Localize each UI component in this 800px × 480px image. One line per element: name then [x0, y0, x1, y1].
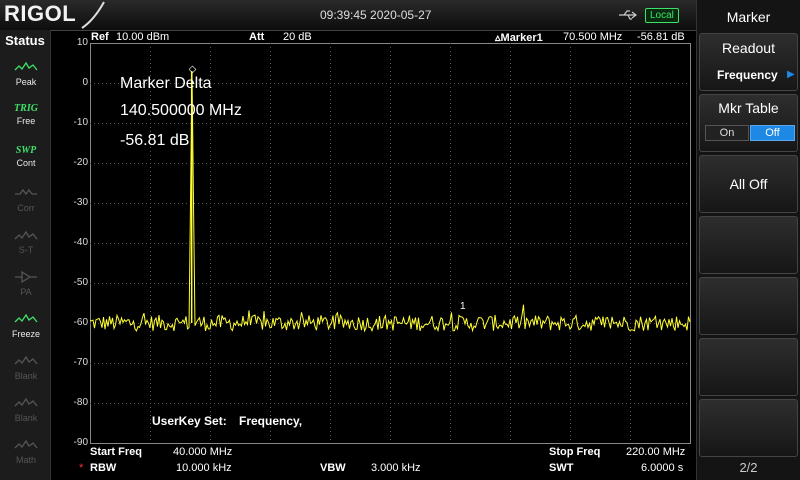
datetime: 09:39:45 2020-05-27 — [320, 8, 432, 22]
marker-delta-title: Marker Delta — [120, 75, 212, 92]
swt-value[interactable]: 6.0000 s — [641, 462, 683, 474]
y-tick-label: -60 — [73, 317, 88, 328]
softkey-readout-label: Readout — [722, 40, 775, 56]
status-trig-title: TRIG — [14, 103, 38, 114]
ref-label: Ref — [91, 31, 109, 43]
y-tick-label: 10 — [76, 37, 88, 48]
start-freq-value[interactable]: 40.000 MHz — [173, 446, 232, 458]
status-peak-label: Peak — [15, 77, 37, 87]
status-freeze[interactable]: Freeze — [4, 307, 48, 347]
status-blank-2-label: Blank — [14, 413, 38, 423]
y-tick-label: -50 — [73, 277, 88, 288]
rbw-value[interactable]: 10.000 kHz — [176, 462, 232, 474]
att-value[interactable]: 20 dB — [283, 31, 312, 43]
vbw-label: VBW — [320, 462, 346, 474]
y-tick-label: -20 — [73, 157, 88, 168]
stop-freq-label: Stop Freq — [549, 446, 601, 458]
local-badge[interactable]: Local — [645, 8, 679, 23]
status-pa[interactable]: PA — [4, 265, 48, 305]
status-peak[interactable]: Peak — [4, 55, 48, 95]
mkr-table-off-option[interactable]: Off — [750, 125, 795, 141]
menu-title: Marker — [726, 9, 771, 25]
marker-delta-freq: 140.500000 MHz — [120, 102, 242, 119]
status-swp-title: SWP — [15, 145, 37, 156]
status-corr-label: Corr — [17, 203, 35, 213]
softkey-mkr-table[interactable]: Mkr Table On Off — [699, 94, 798, 152]
y-tick-label: -70 — [73, 357, 88, 368]
status-corr[interactable]: Corr — [4, 181, 48, 221]
mkr-table-on-option[interactable]: On — [705, 125, 749, 141]
status-swp[interactable]: SWP Cont — [4, 139, 48, 179]
peak-marker: ◇ — [189, 64, 197, 75]
status-blank-1-label: Blank — [14, 371, 38, 381]
y-tick-label: -80 — [73, 397, 88, 408]
status-s-t[interactable]: S-T — [4, 223, 48, 263]
usb-icon — [619, 10, 637, 20]
softkey-empty-6[interactable] — [699, 338, 798, 396]
userkey-value: Frequency, — [239, 414, 303, 428]
play-arrow-icon: ▶ — [787, 69, 795, 80]
status-blank-1[interactable]: Blank — [4, 349, 48, 389]
stop-freq-value[interactable]: 220.00 MHz — [626, 446, 685, 458]
att-label: Att — [249, 31, 265, 43]
marker-freq: 70.500 MHz — [563, 31, 623, 43]
status-swp-label: Cont — [16, 158, 36, 168]
marker-1-label: 1 — [460, 301, 466, 312]
start-freq-label: Start Freq — [90, 446, 142, 458]
blank-icon — [14, 397, 38, 407]
freeze-icon — [14, 313, 38, 323]
y-tick-label: -30 — [73, 197, 88, 208]
s-t-icon — [14, 230, 38, 240]
peak-icon — [14, 61, 38, 71]
status-title: Status — [5, 33, 45, 48]
softkey-all-off-label: All Off — [729, 176, 768, 192]
userkey-label: UserKey Set: — [152, 414, 227, 428]
y-tick-label: -10 — [73, 117, 88, 128]
rbw-asterisk: * — [79, 462, 84, 474]
pa-icon — [15, 270, 37, 284]
softkey-readout-value: Frequency — [717, 68, 778, 82]
softkey-mkr-table-label: Mkr Table — [718, 100, 779, 116]
rbw-label: RBW — [90, 462, 117, 474]
status-freeze-label: Freeze — [11, 329, 40, 339]
marker-delta-level: -56.81 dB — [120, 132, 190, 149]
blank-icon — [14, 355, 38, 365]
y-tick-label: -40 — [73, 237, 88, 248]
status-math-label: Math — [15, 455, 36, 465]
corr-icon — [15, 188, 37, 196]
math-icon — [14, 439, 38, 449]
y-tick-label: 0 — [82, 77, 88, 88]
status-trig[interactable]: TRIG Free — [4, 97, 48, 137]
y-tick-label: -90 — [73, 437, 88, 448]
softkey-all-off[interactable]: All Off — [699, 155, 798, 213]
softkey-empty-7[interactable] — [699, 399, 798, 457]
status-math[interactable]: Math — [4, 433, 48, 473]
ref-value[interactable]: 10.00 dBm — [116, 31, 169, 43]
marker-level: -56.81 dB — [637, 31, 685, 43]
status-blank-2[interactable]: Blank — [4, 391, 48, 431]
page-indicator[interactable]: 2/2 — [697, 460, 800, 475]
softkey-empty-5[interactable] — [699, 277, 798, 335]
swt-label: SWT — [549, 462, 574, 474]
vbw-value[interactable]: 3.000 kHz — [371, 462, 421, 474]
status-s-t-label: S-T — [18, 245, 34, 255]
brand-swoosh-icon — [81, 1, 105, 29]
softkey-empty-4[interactable] — [699, 216, 798, 274]
status-trig-label: Free — [16, 116, 36, 126]
status-pa-label: PA — [20, 287, 32, 297]
softkey-readout[interactable]: Readout Frequency ▶ — [699, 33, 798, 91]
